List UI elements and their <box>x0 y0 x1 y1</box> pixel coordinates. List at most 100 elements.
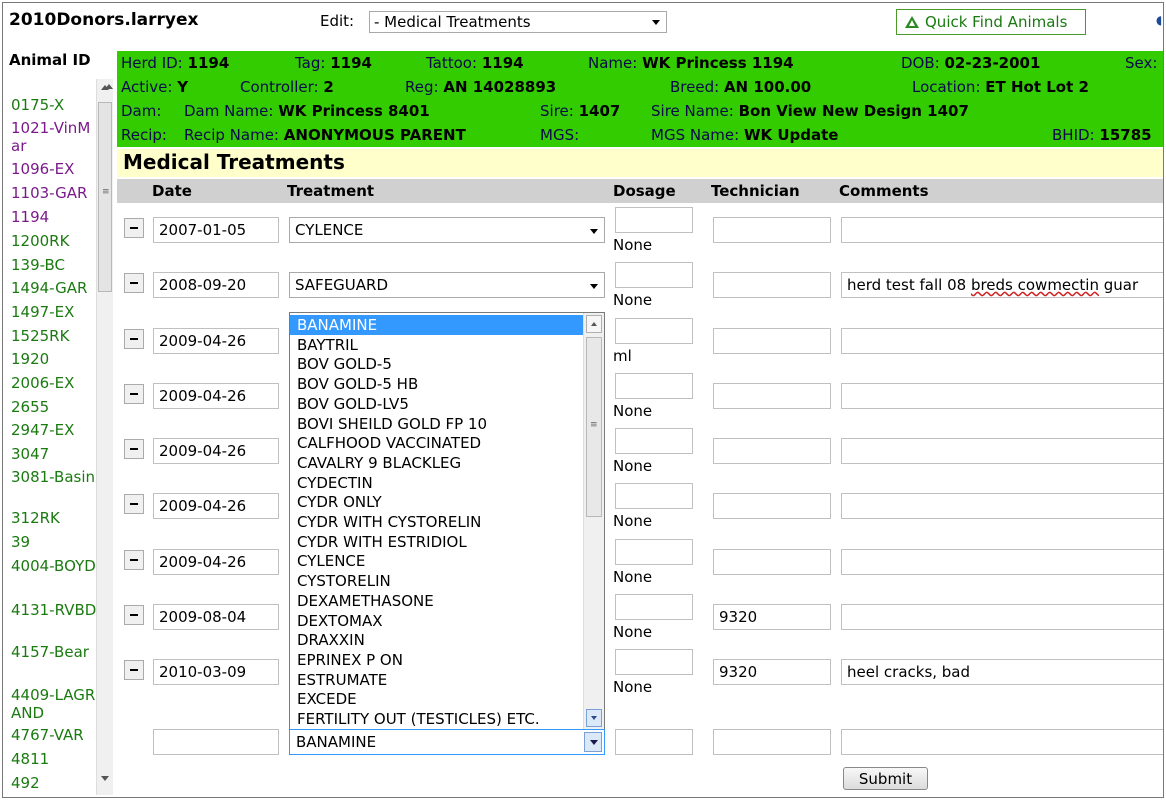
animal-id-item[interactable]: 4157-Bear <box>11 643 97 661</box>
animal-id-item[interactable]: 492 <box>11 774 97 792</box>
animal-id-item[interactable]: 2655 <box>11 398 97 416</box>
listbox-option[interactable]: CYDR WITH ESTRIDIOL <box>290 532 586 552</box>
listbox-option[interactable]: BOV GOLD-LV5 <box>290 394 586 414</box>
technician-field[interactable] <box>713 328 831 354</box>
comments-field[interactable] <box>841 383 1163 409</box>
listbox-option[interactable]: DRAXXIN <box>290 630 586 650</box>
animal-id-item[interactable]: 139-BC <box>11 256 97 274</box>
scroll-up-icon[interactable] <box>586 315 602 333</box>
new-dosage-field[interactable] <box>615 729 693 755</box>
comments-field[interactable] <box>841 328 1163 354</box>
remove-row-button[interactable] <box>124 329 144 349</box>
technician-field[interactable] <box>713 217 831 243</box>
technician-field[interactable] <box>713 493 831 519</box>
remove-row-button[interactable] <box>124 660 144 680</box>
animal-id-item[interactable]: 2006-EX <box>11 374 97 392</box>
dosage-field[interactable] <box>615 539 693 565</box>
animal-id-item[interactable]: 1497-EX <box>11 303 97 321</box>
listbox-option[interactable]: CYSTORELIN <box>290 571 586 591</box>
listbox-option[interactable]: EPRINEX P ON <box>290 650 586 670</box>
comments-field[interactable]: herd test fall 08 breds cowmectin guar <box>841 272 1163 298</box>
animal-id-item[interactable]: 1194 <box>11 208 97 226</box>
dosage-field[interactable] <box>615 207 693 233</box>
scroll-thumb[interactable]: ≡ <box>98 102 112 292</box>
remove-row-button[interactable] <box>124 439 144 459</box>
animal-id-item[interactable]: 1096-EX <box>11 160 97 178</box>
comments-field[interactable] <box>841 549 1163 575</box>
dosage-field[interactable] <box>615 483 693 509</box>
animal-id-item[interactable]: 312RK <box>11 509 97 527</box>
remove-row-button[interactable] <box>124 605 144 625</box>
chevron-down-icon[interactable] <box>584 732 602 752</box>
new-treatment-select[interactable]: BANAMINE <box>289 729 605 755</box>
animal-id-item[interactable]: 1200RK <box>11 232 97 250</box>
scroll-up-icon[interactable] <box>105 84 113 89</box>
remove-row-button[interactable] <box>124 494 144 514</box>
scroll-down-icon[interactable] <box>101 776 109 781</box>
animal-id-item[interactable]: 4004-BOYD <box>11 557 97 575</box>
comments-field[interactable] <box>841 438 1163 464</box>
listbox-option[interactable]: ESTRUMATE <box>290 670 586 690</box>
animal-id-item[interactable]: 4767-VAR <box>11 726 97 744</box>
animal-id-item[interactable]: 1525RK <box>11 327 97 345</box>
animal-id-item[interactable]: 1494-GAR <box>11 279 97 297</box>
new-comments-field[interactable] <box>841 729 1163 755</box>
dosage-field[interactable] <box>615 373 693 399</box>
technician-field[interactable] <box>713 438 831 464</box>
comments-field[interactable] <box>841 604 1163 630</box>
dosage-field[interactable] <box>615 594 693 620</box>
technician-field[interactable] <box>713 549 831 575</box>
scroll-down-icon[interactable] <box>586 709 602 727</box>
listbox-scroll-thumb[interactable]: ≡ <box>586 337 602 517</box>
listbox-option[interactable]: CYLENCE <box>290 551 586 571</box>
date-field[interactable]: 2009-08-04 <box>153 604 279 630</box>
animal-id-item[interactable]: 3081-Basin <box>11 468 97 486</box>
animal-id-item[interactable]: 0175-X <box>11 96 97 114</box>
listbox-option[interactable]: DEXTOMAX <box>290 611 586 631</box>
treatment-select[interactable]: CYLENCE <box>289 217 605 243</box>
technician-field[interactable] <box>713 383 831 409</box>
dosage-field[interactable] <box>615 649 693 675</box>
animal-id-item[interactable]: 4409-LAGRAND <box>11 686 97 722</box>
new-technician-field[interactable] <box>713 729 831 755</box>
date-field[interactable]: 2010-03-09 <box>153 659 279 685</box>
remove-row-button[interactable] <box>124 218 144 238</box>
listbox-option[interactable]: CYDR ONLY <box>290 492 586 512</box>
listbox-option[interactable]: DEXAMETHASONE <box>290 591 586 611</box>
technician-field[interactable] <box>713 272 831 298</box>
listbox-option[interactable]: BOV GOLD-5 <box>290 354 586 374</box>
animal-id-item[interactable]: 39 <box>11 533 97 551</box>
listbox-option[interactable]: BAYTRIL <box>290 335 586 355</box>
listbox-option[interactable]: FERTILITY OUT (TESTICLES) ETC. <box>290 709 586 729</box>
date-field[interactable]: 2007-01-05 <box>153 217 279 243</box>
treatment-select[interactable]: SAFEGUARD <box>289 272 605 298</box>
help-icon[interactable]: ◖ <box>1156 13 1162 27</box>
comments-field[interactable] <box>841 493 1163 519</box>
comments-field[interactable] <box>841 217 1163 243</box>
animal-id-item[interactable]: 2947-EX <box>11 421 97 439</box>
submit-button[interactable]: Submit <box>843 767 928 790</box>
remove-row-button[interactable] <box>124 550 144 570</box>
listbox-option[interactable]: EXCEDE <box>290 689 586 709</box>
technician-field[interactable]: 9320 <box>713 604 831 630</box>
listbox-scrollbar[interactable]: ≡ <box>583 313 604 729</box>
listbox-option[interactable]: CAVALRY 9 BLACKLEG <box>290 453 586 473</box>
comments-field[interactable]: heel cracks, bad <box>841 659 1163 685</box>
date-field[interactable]: 2009-04-26 <box>153 493 279 519</box>
animal-id-item[interactable]: 3047 <box>11 445 97 463</box>
animal-id-item[interactable]: 1021-VinMar <box>11 119 97 155</box>
animal-id-item[interactable]: 4811 <box>11 750 97 768</box>
remove-row-button[interactable] <box>124 273 144 293</box>
dosage-field[interactable] <box>615 318 693 344</box>
animal-list-scrollbar[interactable]: ≡ <box>96 79 113 795</box>
date-field[interactable]: 2009-04-26 <box>153 549 279 575</box>
listbox-option[interactable]: BANAMINE <box>290 315 586 335</box>
date-field[interactable]: 2009-04-26 <box>153 383 279 409</box>
date-field[interactable]: 2009-04-26 <box>153 438 279 464</box>
listbox-option[interactable]: CYDR WITH CYSTORELIN <box>290 512 586 532</box>
remove-row-button[interactable] <box>124 384 144 404</box>
listbox-option[interactable]: BOV GOLD-5 HB <box>290 374 586 394</box>
listbox-option[interactable]: BOVI SHEILD GOLD FP 10 <box>290 414 586 434</box>
date-field[interactable]: 2008-09-20 <box>153 272 279 298</box>
dosage-field[interactable] <box>615 262 693 288</box>
